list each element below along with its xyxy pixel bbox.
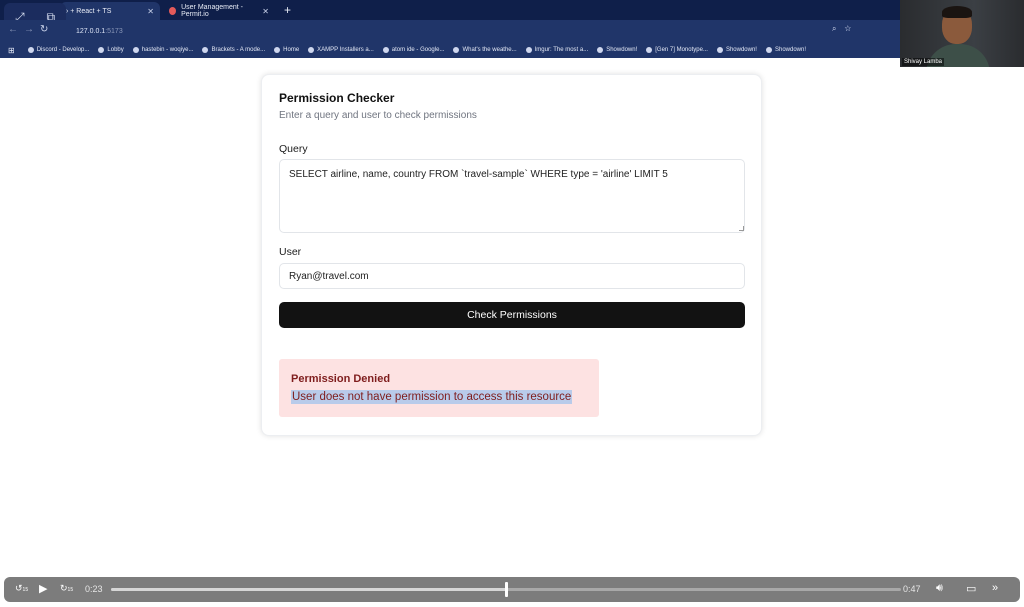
bookmark-label: [Gen 7] Monotype...	[655, 47, 708, 53]
address-actions: ⌕☆	[832, 24, 859, 34]
seek-bar-fill	[111, 588, 506, 591]
bookmark-icon	[765, 47, 772, 53]
url-field[interactable]: 127.0.0.1:5173	[60, 23, 880, 39]
x-icon	[274, 47, 281, 53]
bookmark-label: Discord - Develop...	[36, 47, 90, 53]
bookmark-label: hastebin - woqiye...	[141, 47, 194, 53]
bookmark-item[interactable]: hastebin - woqiye...	[132, 47, 194, 53]
skip-forward-icon[interactable]: ↻15	[60, 583, 73, 594]
query-label: Query	[279, 143, 308, 155]
bookmark-item[interactable]: Showdown!	[716, 47, 757, 53]
bookmark-label: atom ide - Google...	[391, 47, 445, 53]
bookmark-item[interactable]: atom ide - Google...	[382, 47, 445, 53]
bookmark-label: XAMPP Installers a...	[317, 47, 374, 53]
close-icon[interactable]: ✕	[147, 7, 154, 16]
bookmark-label: Lobby	[107, 47, 124, 53]
apps-grid-icon[interactable]: ⊞	[8, 46, 15, 55]
new-tab-icon[interactable]: +	[284, 3, 291, 17]
bookmark-label: What's the weathe...	[462, 47, 517, 53]
browser-tab-bar: › + React + TS ✕ User Management - Permi…	[0, 0, 1024, 20]
bookmark-item[interactable]: XAMPP Installers a...	[308, 47, 374, 53]
bookmark-item[interactable]: [Gen 7] Monotype...	[646, 47, 708, 53]
bookmark-label: Home	[283, 47, 300, 53]
presenter-hair	[942, 6, 972, 18]
back-icon[interactable]: ←	[8, 24, 18, 35]
bookmark-icon	[27, 47, 34, 53]
presenter-name: Shivay Lamba	[902, 58, 945, 66]
star-icon[interactable]: ☆	[844, 24, 859, 33]
bookmark-icon	[597, 47, 604, 53]
bookmark-item[interactable]: Home	[274, 47, 299, 53]
bookmark-item[interactable]: Brackets - A mode...	[202, 47, 265, 53]
bookmark-item[interactable]: Lobby	[98, 47, 124, 53]
bookmark-item[interactable]: Discord - Develop...	[27, 47, 90, 53]
permission-checker-card: Permission Checker Enter a query and use…	[261, 74, 762, 436]
reload-icon[interactable]: ↻	[40, 24, 48, 35]
tab-label: › + React + TS	[66, 7, 112, 15]
bookmark-icon	[132, 47, 139, 53]
bookmark-label: Showdown!	[606, 47, 638, 53]
bookmark-icon	[98, 47, 105, 53]
zoom-icon[interactable]: ⌕	[832, 24, 844, 33]
bookmark-item[interactable]: Showdown!	[765, 47, 807, 53]
query-input[interactable]	[279, 159, 745, 233]
bookmark-icon	[382, 47, 389, 53]
bookmark-icon	[646, 47, 653, 53]
bookmark-icon	[525, 47, 532, 53]
webcam-overlay: Shivay Lamba	[900, 0, 1024, 67]
address-bar-row: ← → ↻ 127.0.0.1:5173 ⌕☆	[0, 20, 1024, 42]
seek-handle[interactable]	[505, 582, 508, 597]
alert-title: Permission Denied	[291, 373, 391, 385]
alert-message: User does not have permission to access …	[291, 390, 573, 404]
check-permissions-button[interactable]: Check Permissions	[279, 302, 745, 328]
card-subtitle: Enter a query and user to check permissi…	[279, 110, 477, 121]
tab-label: User Management - Permit.io	[181, 4, 243, 18]
play-icon[interactable]: ▶	[39, 582, 47, 595]
bookmark-item[interactable]: Imgur: The most a...	[525, 47, 589, 53]
more-icon[interactable]: »	[992, 582, 998, 594]
resize-handle-icon[interactable]	[739, 226, 744, 231]
bookmark-icon	[716, 47, 723, 53]
url-port: :5173	[105, 27, 123, 35]
bookmark-icon	[453, 47, 460, 53]
airplay-icon[interactable]: ▭	[966, 582, 976, 595]
favicon-icon	[169, 7, 177, 15]
skip-back-label: 15	[22, 587, 29, 593]
bookmark-label: Showdown!	[725, 47, 757, 53]
bookmark-item[interactable]: Showdown!	[597, 47, 637, 53]
current-time: 0:23	[85, 584, 103, 594]
user-input[interactable]	[279, 263, 745, 289]
skip-forward-label: 15	[67, 587, 74, 593]
bookmark-icon	[308, 47, 315, 53]
forward-icon[interactable]: →	[24, 24, 34, 35]
user-label: User	[279, 246, 302, 258]
bookmark-icon	[202, 47, 209, 53]
permission-denied-alert: Permission Denied User does not have per…	[279, 359, 599, 417]
tab-user-management[interactable]: User Management - Permit.io ✕	[163, 2, 275, 20]
bookmarks-bar: ⊞ Discord - Develop... Lobby hastebin - …	[0, 42, 1024, 58]
duration: 0:47	[903, 584, 921, 594]
seek-bar[interactable]	[111, 582, 901, 597]
url-host: 127.0.0.1	[76, 27, 106, 35]
volume-icon[interactable]: 🔊︎	[936, 582, 943, 595]
tab-react-ts[interactable]: › + React + TS ✕	[60, 2, 160, 20]
close-icon[interactable]: ✕	[262, 7, 269, 16]
skip-back-icon[interactable]: ↺15	[15, 583, 28, 594]
video-player-controls: ↺15 ▶ ↻15 0:23 0:47 🔊︎ ▭ »	[4, 577, 1020, 602]
bookmark-item[interactable]: What's the weathe...	[453, 47, 517, 53]
card-title: Permission Checker	[279, 91, 395, 105]
bookmark-label: Brackets - A mode...	[211, 47, 266, 53]
bookmark-label: Showdown!	[774, 47, 807, 53]
bookmark-label: Imgur: The most a...	[534, 47, 589, 53]
